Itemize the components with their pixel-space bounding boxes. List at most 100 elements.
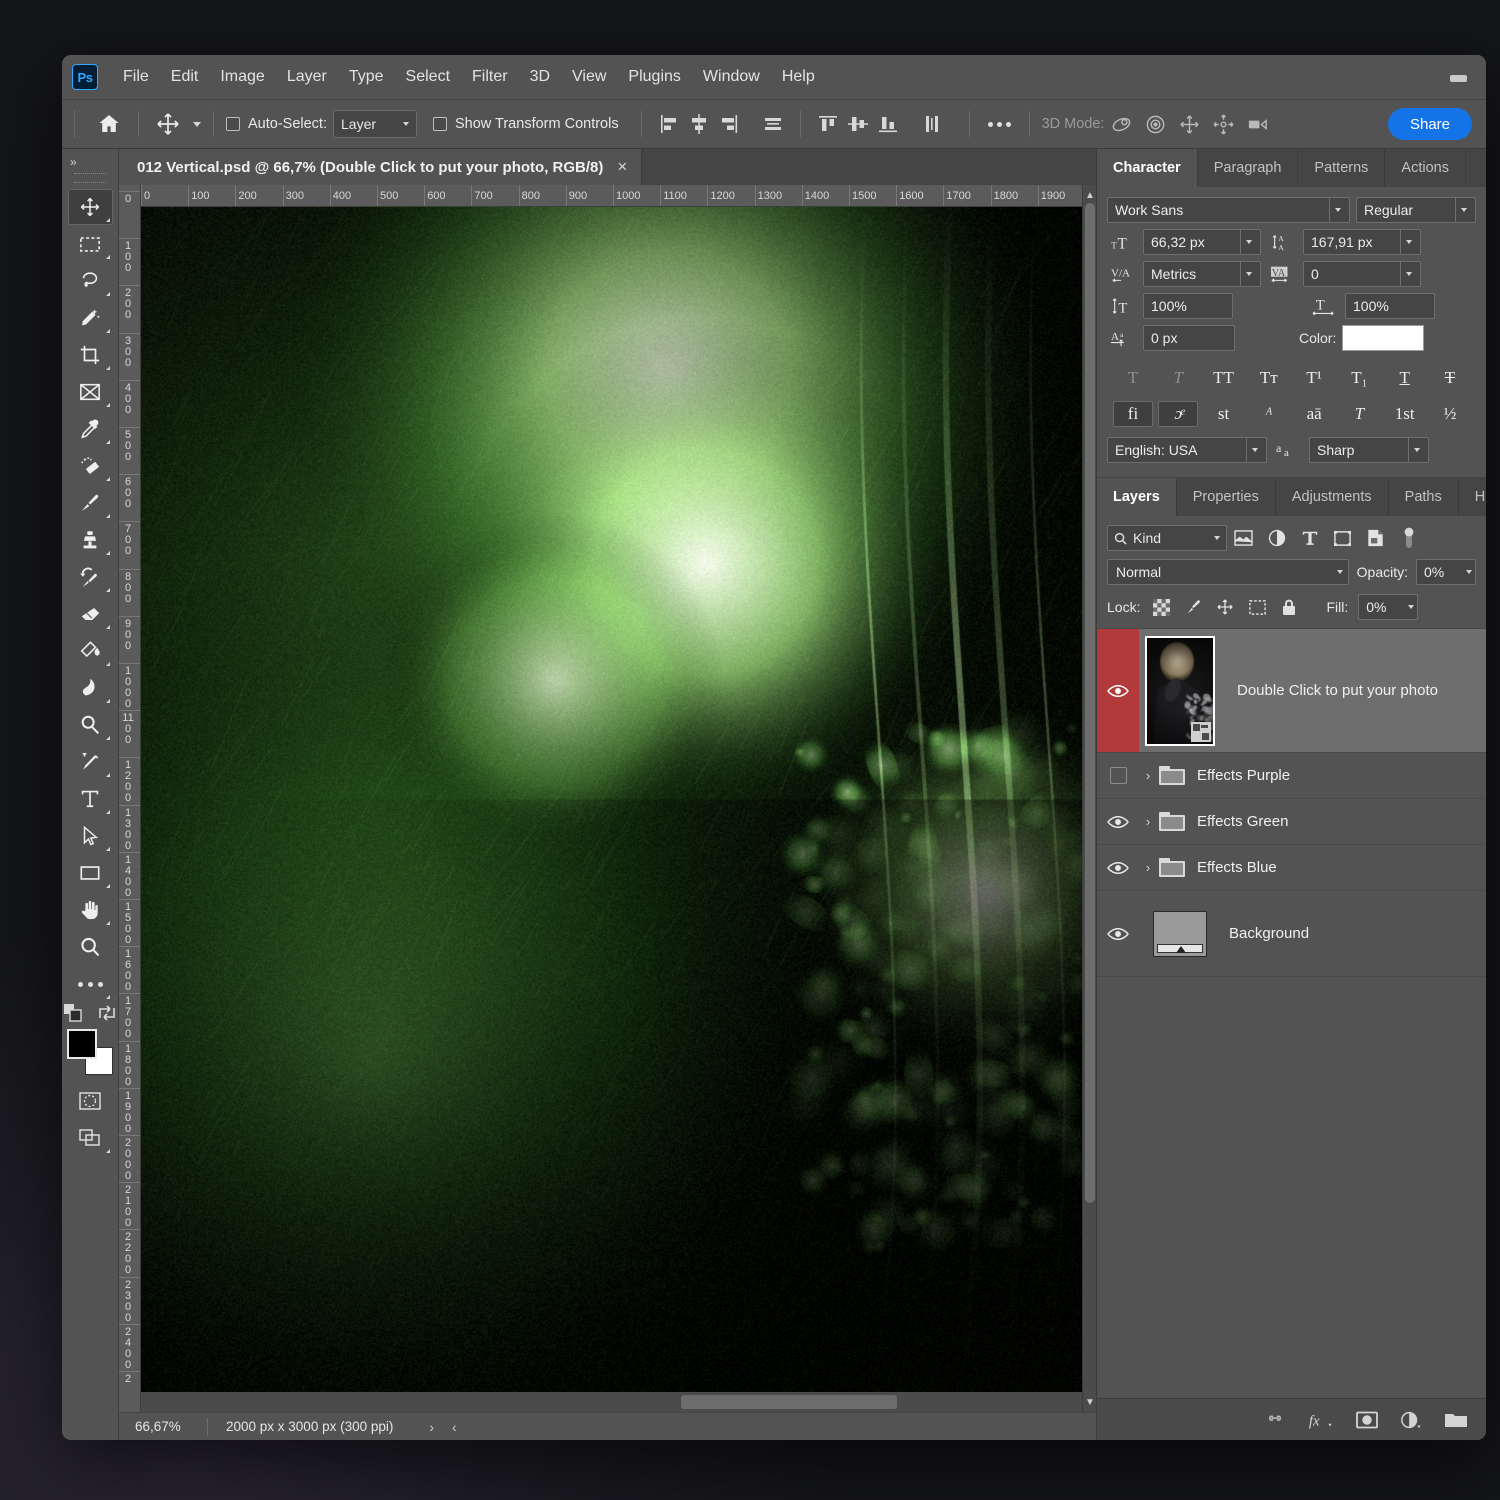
vertical-scrollbar[interactable]: ▲ ▼ (1082, 185, 1096, 1412)
eraser-tool[interactable] (68, 596, 113, 632)
shape-layer-filter-icon[interactable] (1326, 525, 1359, 551)
menu-type[interactable]: Type (338, 62, 395, 92)
horizontal-scale-input[interactable]: 100% (1345, 293, 1435, 319)
swash-icon[interactable]: ᴬ (1249, 401, 1289, 427)
tab-paths[interactable]: Paths (1389, 478, 1459, 516)
menu-select[interactable]: Select (395, 62, 461, 92)
lock-position-icon[interactable] (1214, 596, 1236, 618)
leading-input[interactable]: 167,91 px (1303, 229, 1421, 255)
pen-tool[interactable] (68, 744, 113, 780)
layer-row-smart-object[interactable]: Double Click to put your photo (1097, 629, 1486, 753)
align-left-edges-icon[interactable] (654, 109, 684, 139)
hand-tool[interactable] (68, 892, 113, 928)
history-brush-tool[interactable] (68, 559, 113, 595)
lock-all-icon[interactable] (1278, 596, 1300, 618)
superscript-icon[interactable]: T¹ (1294, 365, 1334, 391)
zoom-level[interactable]: 66,67% (119, 1419, 207, 1434)
type-tool[interactable] (68, 781, 113, 817)
underline-icon[interactable]: T (1385, 365, 1425, 391)
subscript-icon[interactable]: T₁ (1339, 365, 1379, 391)
expand-group-chevron-right-icon[interactable]: › (1139, 768, 1157, 783)
layer-row-group-green[interactable]: › Effects Green (1097, 799, 1486, 845)
layer-row-background[interactable]: Background (1097, 891, 1486, 977)
pixel-layer-filter-icon[interactable] (1227, 525, 1260, 551)
dodge-tool[interactable] (68, 707, 113, 743)
menu-view[interactable]: View (561, 62, 617, 92)
menu-edit[interactable]: Edit (160, 62, 210, 92)
fill-input[interactable]: 0% (1358, 594, 1418, 620)
horizontal-scrollbar[interactable] (141, 1392, 1082, 1412)
distribute-vertical-icon[interactable] (917, 109, 947, 139)
object-selection-tool[interactable] (68, 300, 113, 336)
status-next-chevron-icon[interactable]: › (429, 1419, 434, 1435)
eyedropper-tool[interactable] (68, 411, 113, 447)
collapse-toolbar-icon[interactable]: » (62, 151, 118, 173)
canvas-viewport[interactable] (141, 207, 1082, 1392)
color-swatches[interactable] (67, 1029, 113, 1075)
distribute-horizontal-icon[interactable] (758, 109, 788, 139)
contextual-alternates-icon[interactable]: ɔͤ (1158, 401, 1198, 427)
swap-colors-icon[interactable] (97, 1003, 117, 1023)
slide-3d-icon[interactable] (1206, 107, 1240, 141)
roll-3d-icon[interactable] (1138, 107, 1172, 141)
more-options-icon[interactable] (982, 122, 1017, 127)
align-horizontal-centers-icon[interactable] (684, 109, 714, 139)
tab-adjustments[interactable]: Adjustments (1276, 478, 1389, 516)
font-style-dropdown[interactable]: Regular (1356, 197, 1476, 223)
tab-actions[interactable]: Actions (1385, 149, 1466, 187)
layer-visibility-toggle[interactable] (1097, 753, 1139, 798)
edit-toolbar-tool[interactable] (68, 966, 113, 1002)
show-transform-controls-checkbox[interactable] (433, 117, 447, 131)
quick-mask-icon[interactable] (68, 1083, 113, 1119)
menu-file[interactable]: File (112, 62, 160, 92)
tab-paragraph[interactable]: Paragraph (1198, 149, 1299, 187)
clone-stamp-tool[interactable] (68, 522, 113, 558)
pan-3d-icon[interactable] (1172, 107, 1206, 141)
new-adjustment-layer-icon[interactable] (1400, 1410, 1422, 1430)
layer-visibility-toggle[interactable] (1097, 891, 1139, 976)
filter-toggle-icon[interactable] (1392, 525, 1425, 551)
gradient-tool[interactable] (68, 633, 113, 669)
scale-3d-camera-icon[interactable] (1240, 107, 1274, 141)
discretionary-ligatures-icon[interactable]: st (1204, 401, 1244, 427)
layer-row-group-purple[interactable]: › Effects Purple (1097, 753, 1486, 799)
rotate-3d-icon[interactable] (1104, 107, 1138, 141)
add-layer-style-icon[interactable]: fx (1308, 1410, 1334, 1430)
tab-properties[interactable]: Properties (1177, 478, 1276, 516)
crop-tool[interactable] (68, 337, 113, 373)
menu-3d[interactable]: 3D (519, 62, 561, 92)
frame-tool[interactable] (68, 374, 113, 410)
tab-patterns[interactable]: Patterns (1298, 149, 1385, 187)
expand-group-chevron-right-icon[interactable]: › (1139, 814, 1157, 829)
horizontal-scroll-thumb[interactable] (681, 1395, 897, 1409)
tracking-input[interactable]: 0 (1303, 261, 1421, 287)
path-selection-tool[interactable] (68, 818, 113, 854)
lock-transparent-pixels-icon[interactable] (1150, 596, 1172, 618)
layer-filter-kind-dropdown[interactable]: Kind (1107, 525, 1227, 551)
brush-tool[interactable] (68, 485, 113, 521)
foreground-color-swatch[interactable] (67, 1029, 97, 1059)
standard-ligatures-icon[interactable]: fi (1113, 401, 1153, 427)
faux-bold-icon[interactable]: T (1113, 365, 1153, 391)
menu-plugins[interactable]: Plugins (617, 62, 691, 92)
screen-mode-icon[interactable] (68, 1120, 113, 1156)
tool-preset-chevron-down-icon[interactable] (193, 122, 201, 127)
menu-help[interactable]: Help (771, 62, 826, 92)
move-tool-icon[interactable] (151, 107, 185, 141)
fractions-icon[interactable]: ½ (1430, 401, 1470, 427)
language-dropdown[interactable]: English: USA (1107, 437, 1267, 463)
horizontal-ruler[interactable]: 0 100 200 300 400 500 600 700 800 900 1000 1100 1200… (141, 185, 1082, 207)
menu-filter[interactable]: Filter (461, 62, 519, 92)
menu-image[interactable]: Image (209, 62, 275, 92)
auto-select-scope-dropdown[interactable]: Layer (333, 110, 417, 138)
align-top-edges-icon[interactable] (813, 109, 843, 139)
vertical-scale-input[interactable]: 100% (1143, 293, 1233, 319)
titling-alternates-icon[interactable]: aā (1294, 401, 1334, 427)
lasso-tool[interactable] (68, 263, 113, 299)
expand-group-chevron-right-icon[interactable]: › (1139, 860, 1157, 875)
close-icon[interactable]: × (617, 157, 627, 177)
blur-tool[interactable] (68, 670, 113, 706)
spot-healing-brush-tool[interactable] (68, 448, 113, 484)
tab-history[interactable]: History (1459, 478, 1486, 516)
zoom-tool[interactable] (68, 929, 113, 965)
